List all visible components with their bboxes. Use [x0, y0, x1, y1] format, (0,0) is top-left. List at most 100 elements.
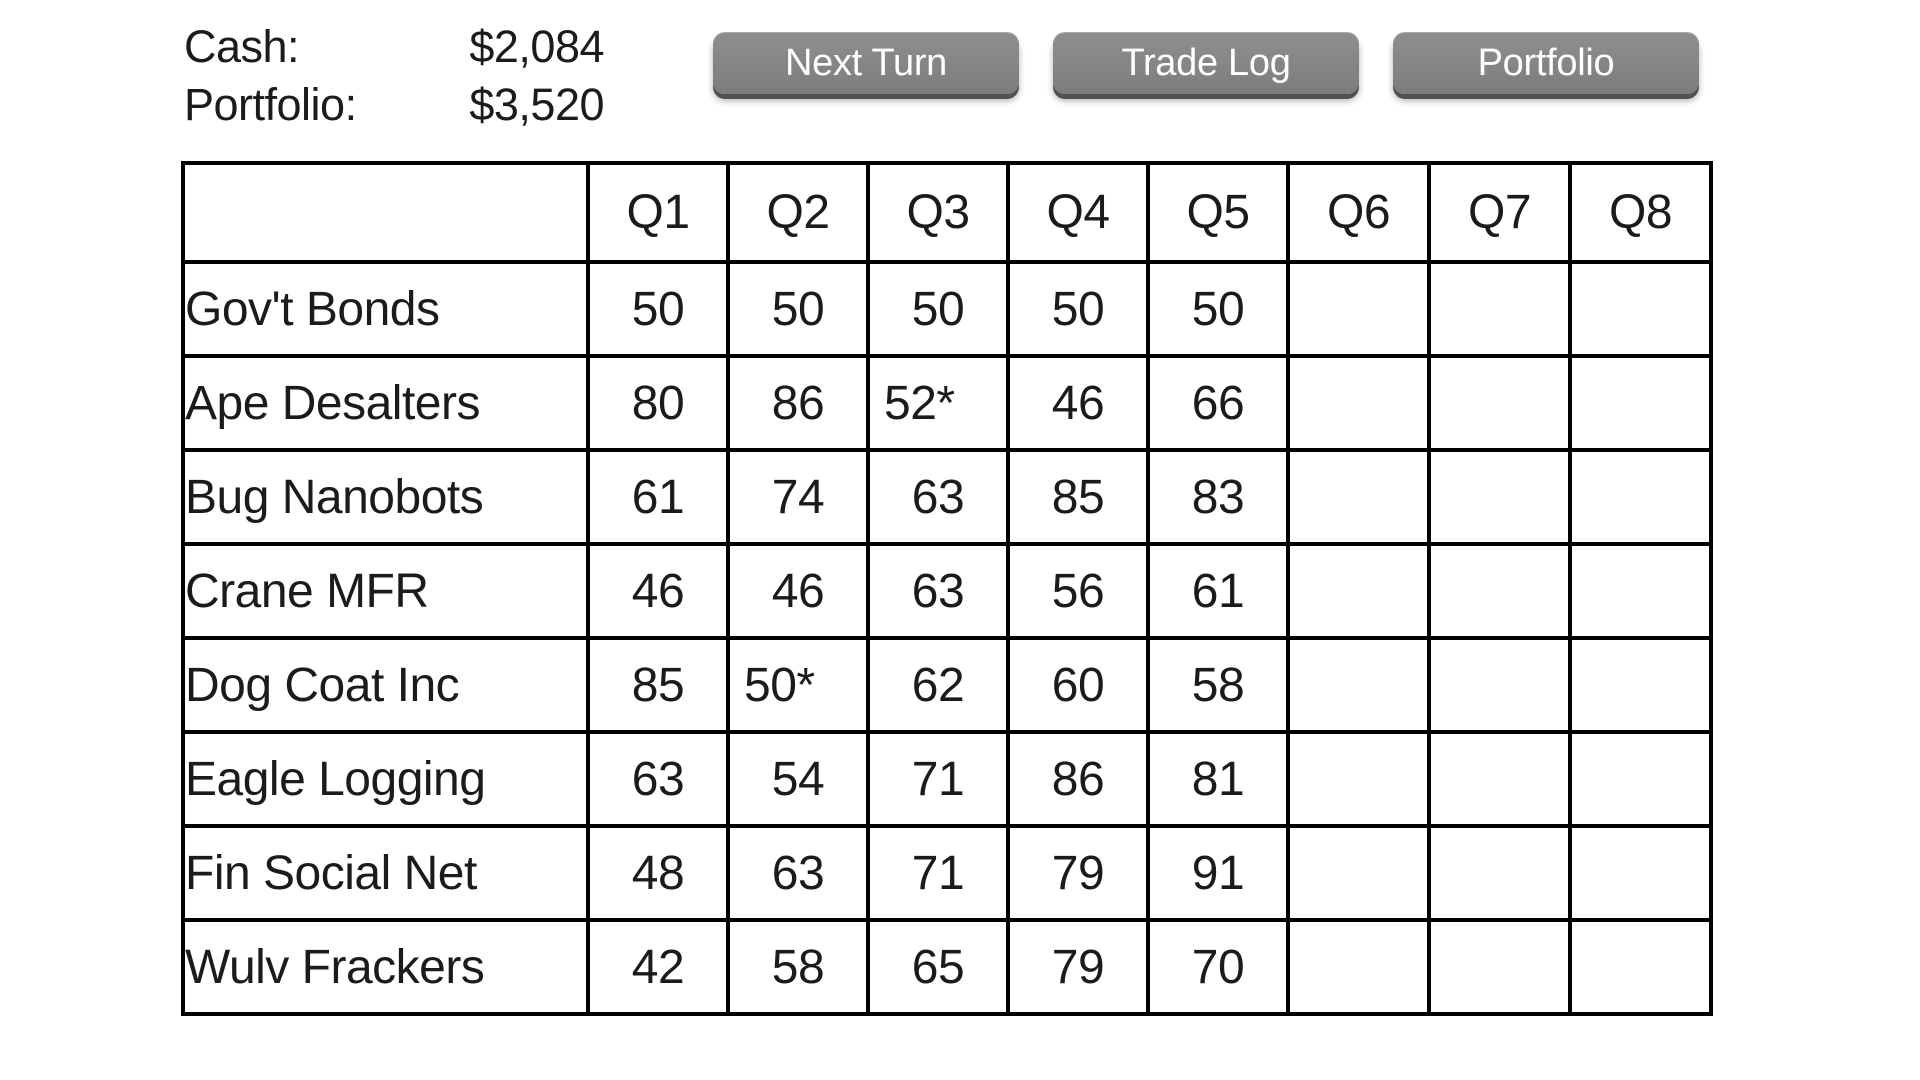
portfolio-value: $3,520 [469, 79, 604, 130]
price-cell-empty [1427, 542, 1572, 640]
price-cell-empty [1427, 918, 1572, 1016]
price-cell[interactable]: 46 [586, 542, 730, 640]
price-cell-empty [1286, 730, 1431, 828]
price-cell[interactable]: 63 [866, 448, 1010, 546]
price-cell[interactable]: 48 [586, 824, 730, 922]
price-cell[interactable]: 71 [866, 824, 1010, 922]
price-cell[interactable]: 71 [866, 730, 1010, 828]
price-cell-empty [1568, 542, 1713, 640]
price-cell[interactable]: 65 [866, 918, 1010, 1016]
price-cell-empty [1286, 636, 1431, 734]
price-cell[interactable]: 50 [1146, 260, 1290, 358]
price-cell[interactable]: 50 [586, 260, 730, 358]
stock-name-cell[interactable]: Crane MFR [181, 542, 590, 640]
price-cell[interactable]: 80 [586, 354, 730, 452]
stock-name-cell[interactable]: Bug Nanobots [181, 448, 590, 546]
price-cell-empty [1286, 918, 1431, 1016]
price-cell-empty [1427, 824, 1572, 922]
price-cell-empty [1427, 730, 1572, 828]
price-cell[interactable]: 50 [866, 260, 1010, 358]
price-cell[interactable]: 74 [726, 448, 870, 546]
status-panel: Cash: $2,084 Portfolio: $3,520 [184, 18, 604, 134]
price-cell-empty [1568, 636, 1713, 734]
price-cell[interactable]: 50* [726, 636, 870, 734]
portfolio-row: Portfolio: $3,520 [184, 76, 604, 134]
next-turn-button[interactable]: Next Turn [713, 32, 1019, 94]
price-cell[interactable]: 50 [1006, 260, 1150, 358]
price-cell[interactable]: 83 [1146, 448, 1290, 546]
price-cell[interactable]: 91 [1146, 824, 1290, 922]
price-cell-empty [1286, 824, 1431, 922]
price-cell[interactable]: 79 [1006, 824, 1150, 922]
cash-value: $2,084 [469, 21, 604, 72]
market-price-table: Q1 Q2 Q3 Q4 Q5 Q6 Q7 Q8 Gov't Bonds 50 50 50 50 50 Ap… [181, 161, 1713, 1016]
price-cell[interactable]: 52* [866, 354, 1010, 452]
price-cell[interactable]: 42 [586, 918, 730, 1016]
table-row[interactable]: Crane MFR 46 46 63 56 61 [181, 542, 1713, 640]
stock-name-cell[interactable]: Gov't Bonds [181, 260, 590, 358]
stock-name-cell[interactable]: Eagle Logging [181, 730, 590, 828]
price-cell[interactable]: 62 [866, 636, 1010, 734]
price-cell-empty [1427, 448, 1572, 546]
table-row[interactable]: Fin Social Net 48 63 71 79 91 [181, 824, 1713, 922]
portfolio-button[interactable]: Portfolio [1393, 32, 1699, 94]
price-cell[interactable]: 60 [1006, 636, 1150, 734]
table-row[interactable]: Gov't Bonds 50 50 50 50 50 [181, 260, 1713, 358]
price-cell-empty [1568, 918, 1713, 1016]
price-cell-empty [1568, 354, 1713, 452]
price-cell[interactable]: 86 [1006, 730, 1150, 828]
trade-log-button[interactable]: Trade Log [1053, 32, 1359, 94]
table-row[interactable]: Bug Nanobots 61 74 63 85 83 [181, 448, 1713, 546]
price-cell[interactable]: 46 [1006, 354, 1150, 452]
price-cell-empty [1427, 260, 1572, 358]
price-cell-empty [1286, 354, 1431, 452]
price-cell[interactable]: 61 [1146, 542, 1290, 640]
price-cell[interactable]: 85 [586, 636, 730, 734]
column-header-q1: Q1 [586, 161, 730, 264]
price-cell[interactable]: 58 [1146, 636, 1290, 734]
table-corner-cell [181, 161, 590, 264]
price-cell[interactable]: 54 [726, 730, 870, 828]
stock-name-cell[interactable]: Wulv Frackers [181, 918, 590, 1016]
stock-name-cell[interactable]: Ape Desalters [181, 354, 590, 452]
price-cell[interactable]: 63 [726, 824, 870, 922]
column-header-q3: Q3 [866, 161, 1010, 264]
price-cell[interactable]: 70 [1146, 918, 1290, 1016]
table-row[interactable]: Wulv Frackers 42 58 65 79 70 [181, 918, 1713, 1016]
price-cell[interactable]: 79 [1006, 918, 1150, 1016]
price-cell[interactable]: 85 [1006, 448, 1150, 546]
price-cell[interactable]: 81 [1146, 730, 1290, 828]
price-cell-empty [1427, 354, 1572, 452]
table-row[interactable]: Dog Coat Inc 85 50* 62 60 58 [181, 636, 1713, 734]
price-cell[interactable]: 86 [726, 354, 870, 452]
column-header-q5: Q5 [1146, 161, 1290, 264]
table-row[interactable]: Eagle Logging 63 54 71 86 81 [181, 730, 1713, 828]
cash-row: Cash: $2,084 [184, 18, 604, 76]
column-header-q7: Q7 [1427, 161, 1572, 264]
price-cell-empty [1568, 730, 1713, 828]
price-cell[interactable]: 46 [726, 542, 870, 640]
price-cell-empty [1568, 260, 1713, 358]
price-cell-empty [1286, 448, 1431, 546]
column-header-q4: Q4 [1006, 161, 1150, 264]
stock-name-cell[interactable]: Dog Coat Inc [181, 636, 590, 734]
stock-name-cell[interactable]: Fin Social Net [181, 824, 590, 922]
price-cell[interactable]: 66 [1146, 354, 1290, 452]
price-cell-empty [1568, 824, 1713, 922]
price-cell-empty [1286, 542, 1431, 640]
price-cell[interactable]: 58 [726, 918, 870, 1016]
price-cell-empty [1568, 448, 1713, 546]
column-header-q8: Q8 [1568, 161, 1713, 264]
price-cell-empty [1427, 636, 1572, 734]
price-cell[interactable]: 63 [586, 730, 730, 828]
table-body: Gov't Bonds 50 50 50 50 50 Ape Desalters 80 86 52… [181, 260, 1713, 1016]
price-cell-empty [1286, 260, 1431, 358]
price-cell[interactable]: 63 [866, 542, 1010, 640]
table-row[interactable]: Ape Desalters 80 86 52* 46 66 [181, 354, 1713, 452]
portfolio-label: Portfolio: [184, 79, 357, 130]
price-cell[interactable]: 50 [726, 260, 870, 358]
stock-market-game-screen: Cash: $2,084 Portfolio: $3,520 Next Turn… [0, 0, 1920, 1080]
price-cell[interactable]: 56 [1006, 542, 1150, 640]
price-cell[interactable]: 61 [586, 448, 730, 546]
action-button-bar: Next Turn Trade Log Portfolio [713, 32, 1699, 94]
